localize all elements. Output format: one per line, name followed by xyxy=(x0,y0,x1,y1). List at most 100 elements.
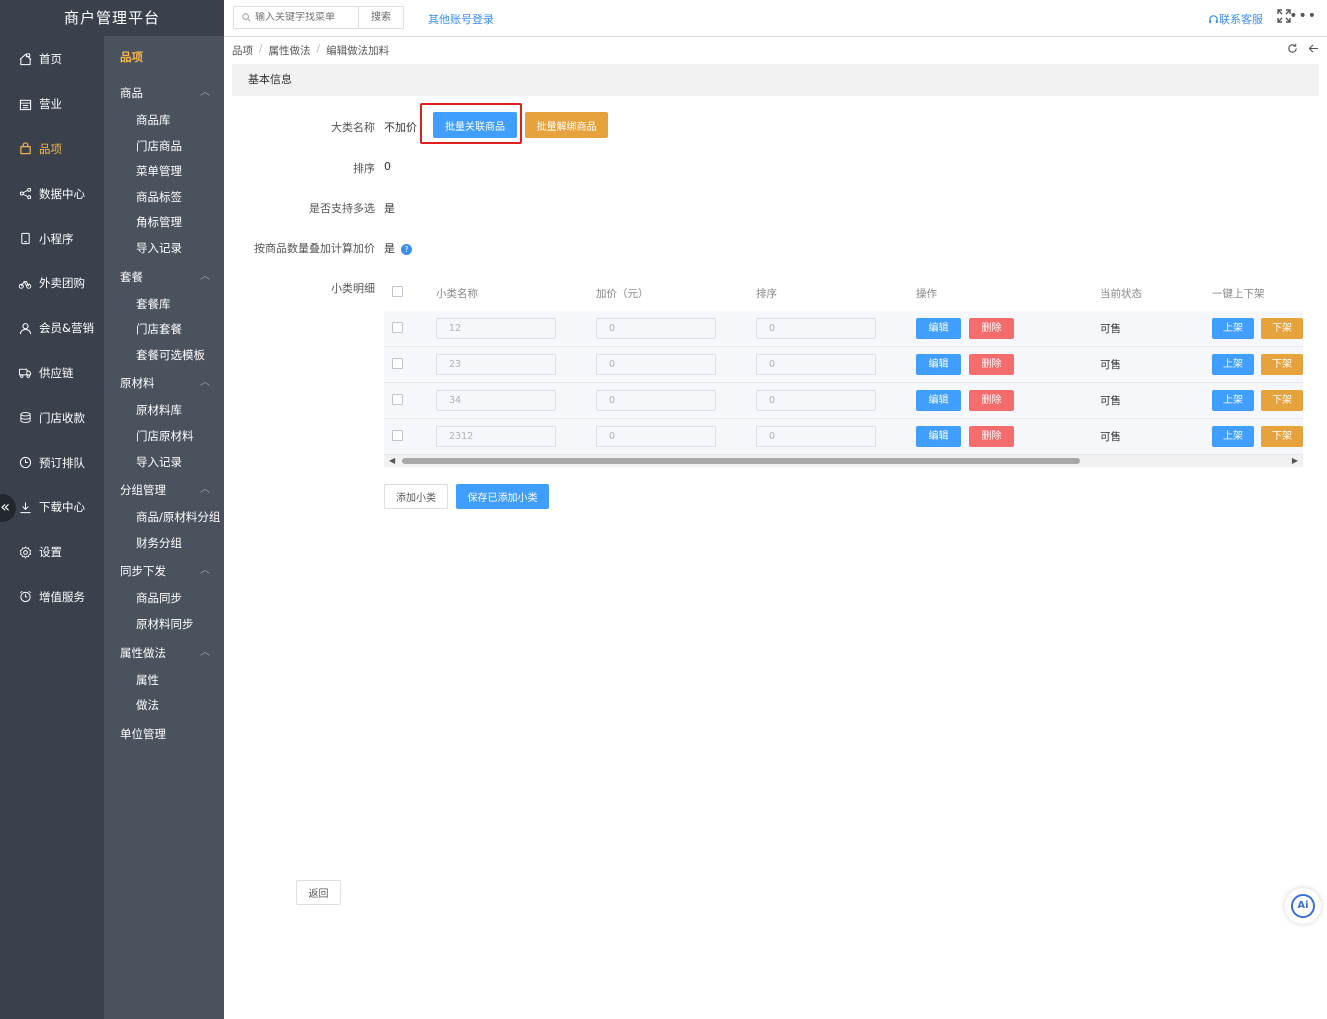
sidebar-sub-item[interactable]: 套餐可选模板 xyxy=(104,343,224,369)
save-sub-categories-button[interactable]: 保存已添加小类 xyxy=(456,484,549,509)
price-input[interactable]: 0 xyxy=(596,390,716,411)
sidebar-group[interactable]: 分组管理 ︿ xyxy=(104,475,224,505)
add-sub-category-button[interactable]: 添加小类 xyxy=(384,484,448,509)
list-on-button[interactable]: 上架 xyxy=(1212,426,1254,447)
sidebar-item-alarm[interactable]: 增值服务 xyxy=(0,575,104,620)
list-on-button[interactable]: 上架 xyxy=(1212,318,1254,339)
sidebar-sub-item[interactable]: 商品/原材料分组 xyxy=(104,505,224,531)
row-checkbox[interactable] xyxy=(392,357,403,369)
contact-support-link[interactable]: 联系客服 xyxy=(1208,11,1263,27)
multi-select-label: 是否支持多选 xyxy=(309,202,375,215)
sidebar-item-unit-management[interactable]: 单位管理 xyxy=(104,719,224,749)
sidebar-sub-item[interactable]: 导入记录 xyxy=(104,450,224,476)
back-arrow-icon[interactable] xyxy=(1308,43,1319,54)
delete-button[interactable]: 删除 xyxy=(969,354,1014,375)
sidebar-sub-item[interactable]: 原材料库 xyxy=(104,398,224,424)
sidebar-sub-item[interactable]: 财务分组 xyxy=(104,531,224,557)
sort-input[interactable]: 0 xyxy=(756,426,876,447)
help-question-icon[interactable]: ? xyxy=(401,243,412,255)
sidebar-sub-item[interactable]: 角标管理 xyxy=(104,210,224,236)
back-button[interactable]: 返回 xyxy=(296,880,341,905)
table-horizontal-scrollbar[interactable]: ◀ ▶ xyxy=(384,455,1303,467)
list-off-button[interactable]: 下架 xyxy=(1261,318,1303,339)
price-cell: 0 xyxy=(596,354,756,375)
row-checkbox[interactable] xyxy=(392,393,403,405)
more-options-icon[interactable]: ••• xyxy=(1289,8,1317,24)
scrollbar-thumb[interactable] xyxy=(402,458,1080,464)
sidebar-item-clock[interactable]: 预订排队 xyxy=(0,440,104,485)
sidebar-group[interactable]: 属性做法 ︿ xyxy=(104,638,224,668)
sidebar-item-share[interactable]: 数据中心 xyxy=(0,171,104,216)
row-checkbox[interactable] xyxy=(392,429,403,441)
sidebar-sub-item[interactable]: 门店套餐 xyxy=(104,317,224,343)
delete-button[interactable]: 删除 xyxy=(969,426,1014,447)
other-account-login-link[interactable]: 其他账号登录 xyxy=(428,11,494,27)
menu-search-input[interactable] xyxy=(255,12,355,23)
select-all-checkbox[interactable] xyxy=(392,286,403,297)
list-on-button[interactable]: 上架 xyxy=(1212,354,1254,375)
status-cell: 可售 xyxy=(1100,393,1212,408)
sort-input[interactable]: 0 xyxy=(756,354,876,375)
batch-unbind-products-button[interactable]: 批量解绑商品 xyxy=(525,112,608,138)
ai-icon: Ai xyxy=(1291,894,1315,918)
sort-input[interactable]: 0 xyxy=(756,318,876,339)
sub-name-input[interactable]: 2312 xyxy=(436,426,556,447)
breadcrumb-item[interactable]: 属性做法 xyxy=(269,43,311,58)
sidebar-sub-item[interactable]: 商品同步 xyxy=(104,586,224,612)
sidebar-item-truck[interactable]: 供应链 xyxy=(0,351,104,396)
brand-title: 商户管理平台 xyxy=(0,0,224,36)
sidebar-sub-item[interactable]: 商品标签 xyxy=(104,185,224,211)
breadcrumb-item[interactable]: 品项 xyxy=(232,43,253,58)
sidebar-sub-item[interactable]: 套餐库 xyxy=(104,292,224,318)
edit-button[interactable]: 编辑 xyxy=(916,426,961,447)
edit-button[interactable]: 编辑 xyxy=(916,318,961,339)
sidebar-sub-item[interactable]: 原材料同步 xyxy=(104,612,224,638)
sidebar-item-gear[interactable]: 设置 xyxy=(0,530,104,575)
price-input[interactable]: 0 xyxy=(596,426,716,447)
delete-button[interactable]: 删除 xyxy=(969,390,1014,411)
sidebar-item-phone[interactable]: 小程序 xyxy=(0,216,104,261)
sub-category-table: 小类名称 加价（元） 排序 操作 当前状态 一键上下架 12 0 0 编辑 删除 可售 上架… xyxy=(384,275,1303,455)
edit-button[interactable]: 编辑 xyxy=(916,354,961,375)
scroll-right-arrow-icon[interactable]: ▶ xyxy=(1292,456,1298,465)
edit-button[interactable]: 编辑 xyxy=(916,390,961,411)
sub-name-input[interactable]: 34 xyxy=(436,390,556,411)
list-off-button[interactable]: 下架 xyxy=(1261,426,1303,447)
price-cell: 0 xyxy=(596,390,756,411)
sidebar-item-user[interactable]: 会员&营销 xyxy=(0,306,104,351)
sidebar-sub-item[interactable]: 商品库 xyxy=(104,108,224,134)
refresh-icon[interactable] xyxy=(1287,43,1298,54)
sort-input[interactable]: 0 xyxy=(756,390,876,411)
sub-name-input[interactable]: 23 xyxy=(436,354,556,375)
sidebar-item-database[interactable]: 门店收款 xyxy=(0,395,104,440)
list-on-button[interactable]: 上架 xyxy=(1212,390,1254,411)
sidebar-item-bike[interactable]: 外卖团购 xyxy=(0,261,104,306)
sub-name-input[interactable]: 12 xyxy=(436,318,556,339)
sidebar-item-home[interactable]: 首页 xyxy=(0,37,104,82)
sidebar-sub-item[interactable]: 做法 xyxy=(104,693,224,719)
list-off-button[interactable]: 下架 xyxy=(1261,354,1303,375)
sidebar-sub-item[interactable]: 门店商品 xyxy=(104,134,224,160)
ai-assistant-button[interactable]: Ai xyxy=(1285,888,1321,924)
search-button[interactable]: 搜索 xyxy=(358,6,404,29)
list-off-button[interactable]: 下架 xyxy=(1261,390,1303,411)
sidebar-item-calendar[interactable]: 营业 xyxy=(0,82,104,127)
sidebar-sub-item[interactable]: 门店原材料 xyxy=(104,424,224,450)
row-checkbox[interactable] xyxy=(392,321,403,333)
sidebar-sub-item[interactable]: 属性 xyxy=(104,668,224,694)
sidebar-sub-item[interactable]: 菜单管理 xyxy=(104,159,224,185)
sidebar-group[interactable]: 套餐 ︿ xyxy=(104,262,224,292)
delete-button[interactable]: 删除 xyxy=(969,318,1014,339)
sidebar-group[interactable]: 同步下发 ︿ xyxy=(104,556,224,586)
scroll-left-arrow-icon[interactable]: ◀ xyxy=(389,456,395,465)
price-input[interactable]: 0 xyxy=(596,318,716,339)
menu-search-box[interactable] xyxy=(233,6,359,29)
batch-bind-products-button[interactable]: 批量关联商品 xyxy=(433,112,517,138)
sidebar-group[interactable]: 商品 ︿ xyxy=(104,78,224,108)
sidebar-sub-item[interactable]: 导入记录 xyxy=(104,236,224,262)
actions-cell: 编辑 删除 xyxy=(916,318,1100,339)
price-input[interactable]: 0 xyxy=(596,354,716,375)
sidebar-group[interactable]: 原材料 ︿ xyxy=(104,368,224,398)
section-header-basic-info: 基本信息 xyxy=(232,64,1319,96)
sidebar-item-bag[interactable]: 品项 xyxy=(0,127,104,172)
